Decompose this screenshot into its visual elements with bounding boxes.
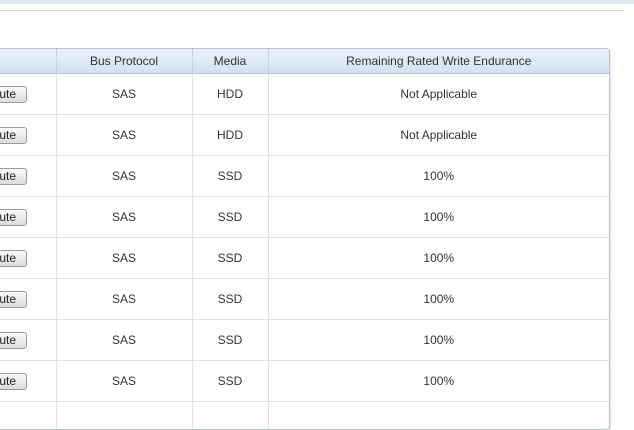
write-endurance-cell: Not Applicable (268, 74, 609, 115)
top-header-strip (0, 0, 634, 4)
table-row: ecute SAS SSD 100% (0, 197, 609, 238)
action-cell: ecute (0, 115, 56, 156)
execute-button[interactable]: ecute (0, 127, 27, 144)
action-cell: ecute (0, 361, 56, 402)
table-row: ecute SAS SSD 100% (0, 156, 609, 197)
media-cell: HDD (192, 74, 268, 115)
bus-protocol-cell: SAS (56, 361, 192, 402)
drives-table: Bus Protocol Media Remaining Rated Write… (0, 49, 609, 430)
action-cell (0, 402, 56, 430)
table-row: ecute SAS SSD 100% (0, 361, 609, 402)
table-row: ecute SAS SSD 100% (0, 279, 609, 320)
media-cell: SSD (192, 279, 268, 320)
table-row (0, 402, 609, 430)
table-row: ecute SAS SSD 100% (0, 238, 609, 279)
bus-protocol-cell: SAS (56, 197, 192, 238)
table-row: ecute SAS SSD 100% (0, 320, 609, 361)
media-cell (192, 402, 268, 430)
write-endurance-cell: Not Applicable (268, 115, 609, 156)
execute-button[interactable]: ecute (0, 291, 27, 308)
execute-button[interactable]: ecute (0, 250, 27, 267)
media-cell: SSD (192, 238, 268, 279)
column-header-media[interactable]: Media (192, 49, 268, 74)
media-cell: HDD (192, 115, 268, 156)
action-cell: ecute (0, 238, 56, 279)
action-cell: ecute (0, 197, 56, 238)
write-endurance-cell: 100% (268, 279, 609, 320)
write-endurance-cell: 100% (268, 320, 609, 361)
execute-button[interactable]: ecute (0, 168, 27, 185)
bus-protocol-cell (56, 402, 192, 430)
action-cell: ecute (0, 74, 56, 115)
write-endurance-cell: 100% (268, 156, 609, 197)
write-endurance-cell: 100% (268, 361, 609, 402)
write-endurance-cell: 100% (268, 238, 609, 279)
bus-protocol-cell: SAS (56, 279, 192, 320)
media-cell: SSD (192, 320, 268, 361)
execute-button[interactable]: ecute (0, 332, 27, 349)
action-cell: ecute (0, 279, 56, 320)
column-header-action (0, 49, 56, 74)
media-cell: SSD (192, 197, 268, 238)
execute-button[interactable]: ecute (0, 209, 27, 226)
media-cell: SSD (192, 156, 268, 197)
action-cell: ecute (0, 320, 56, 361)
table-header-row: Bus Protocol Media Remaining Rated Write… (0, 49, 609, 74)
bus-protocol-cell: SAS (56, 320, 192, 361)
action-cell: ecute (0, 156, 56, 197)
column-header-write-endurance[interactable]: Remaining Rated Write Endurance (268, 49, 609, 74)
write-endurance-cell: 100% (268, 197, 609, 238)
bus-protocol-cell: SAS (56, 115, 192, 156)
drives-table-panel: Bus Protocol Media Remaining Rated Write… (0, 48, 610, 430)
table-row: ecute SAS HDD Not Applicable (0, 74, 609, 115)
media-cell: SSD (192, 361, 268, 402)
execute-button[interactable]: ecute (0, 86, 27, 103)
column-header-bus-protocol[interactable]: Bus Protocol (56, 49, 192, 74)
execute-button[interactable]: ecute (0, 373, 27, 390)
header-divider (0, 10, 624, 11)
bus-protocol-cell: SAS (56, 74, 192, 115)
table-row: ecute SAS HDD Not Applicable (0, 115, 609, 156)
write-endurance-cell (268, 402, 609, 430)
bus-protocol-cell: SAS (56, 238, 192, 279)
bus-protocol-cell: SAS (56, 156, 192, 197)
